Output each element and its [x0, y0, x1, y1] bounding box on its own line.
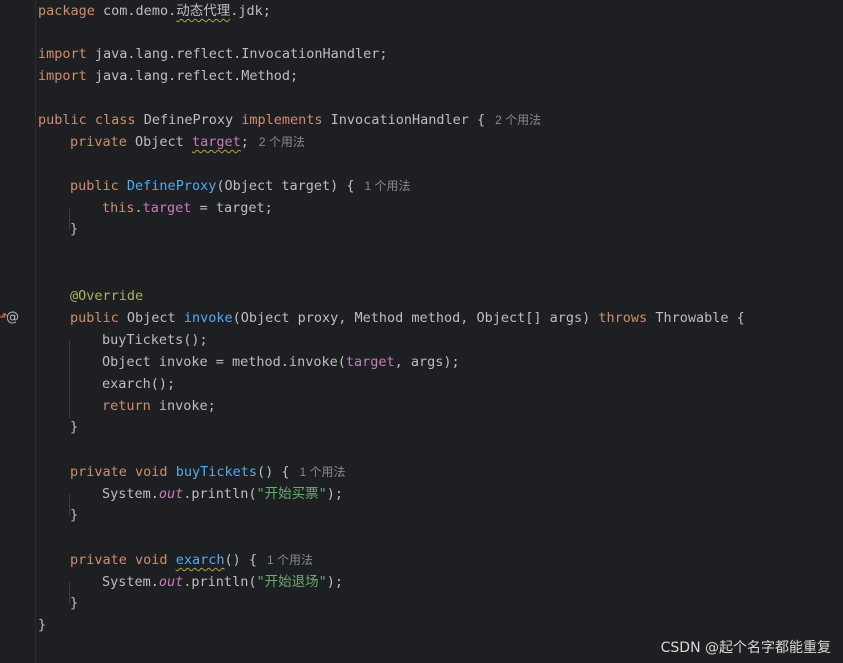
watermark: CSDN @起个名字都能重复	[660, 640, 831, 656]
code-line-import: import java.lang.reflect.InvocationHandl…	[38, 46, 388, 62]
code-editor[interactable]: ⬏ @ package com.demo.动态代理.jdk; import ja…	[0, 0, 843, 663]
code-line-close-brace: }	[70, 419, 79, 435]
code-line: exarch();	[102, 376, 176, 392]
code-line: return invoke;	[102, 398, 216, 414]
usage-hint[interactable]: 1 个用法	[267, 553, 313, 567]
code-line-import: import java.lang.reflect.Method;	[38, 68, 299, 84]
code-line: Object invoke = method.invoke(target, ar…	[102, 354, 460, 370]
code-line: System.out.println("开始买票");	[102, 486, 343, 502]
code-line-class-declaration: public class DefineProxy implements Invo…	[38, 112, 542, 128]
code-line-constructor: public DefineProxy(Object target) {1 个用法	[70, 178, 411, 194]
code-line-exarch-method: private void exarch() {1 个用法	[70, 552, 314, 568]
at-icon[interactable]: @	[6, 309, 19, 327]
code-line: this.target = target;	[102, 200, 273, 216]
usage-hint[interactable]: 2 个用法	[495, 113, 541, 127]
code-line-invoke-method: public Object invoke(Object proxy, Metho…	[70, 310, 745, 326]
indent-guide	[69, 340, 70, 418]
usage-hint[interactable]: 2 个用法	[259, 135, 305, 149]
code-line-close-brace: }	[38, 617, 47, 633]
usage-hint[interactable]: 1 个用法	[300, 465, 346, 479]
code-line-close-brace: }	[70, 595, 79, 611]
code-line-buy-tickets-method: private void buyTickets() {1 个用法	[70, 464, 346, 480]
code-line-package: package com.demo.动态代理.jdk;	[38, 3, 271, 19]
usage-hint[interactable]: 1 个用法	[365, 179, 411, 193]
code-line-annotation: @Override	[70, 288, 144, 304]
code-line-field: private Object target; 2 个用法	[70, 134, 305, 150]
code-line: System.out.println("开始退场");	[102, 574, 343, 590]
code-line-close-brace: }	[70, 507, 79, 523]
code-line-close-brace: }	[70, 221, 79, 237]
gutter-divider	[35, 0, 36, 663]
code-line: buyTickets();	[102, 332, 208, 348]
